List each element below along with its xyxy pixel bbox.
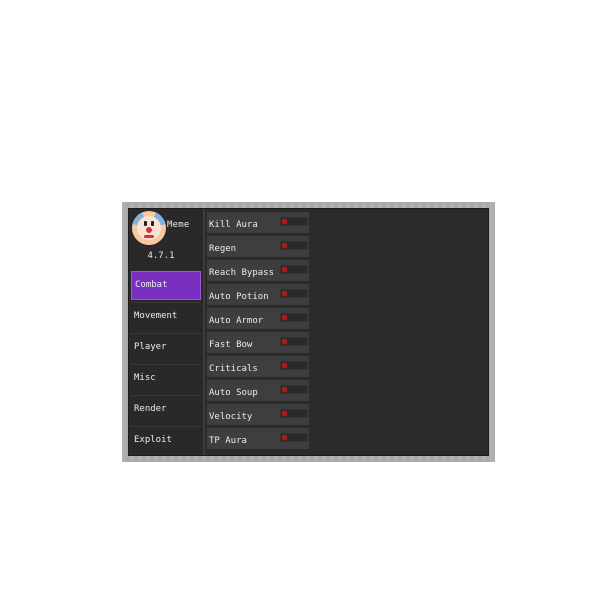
toggle-knob-icon bbox=[282, 387, 287, 392]
module-toggle[interactable] bbox=[280, 337, 308, 346]
module-kill-aura[interactable]: Kill Aura bbox=[207, 212, 309, 234]
module-auto-soup[interactable]: Auto Soup bbox=[207, 380, 309, 402]
module-label: Regen bbox=[209, 244, 237, 254]
toggle-knob-icon bbox=[282, 435, 287, 440]
module-toggle[interactable] bbox=[280, 241, 308, 250]
toggle-knob-icon bbox=[282, 411, 287, 416]
category-player[interactable]: Player bbox=[131, 333, 201, 362]
category-misc[interactable]: Misc bbox=[131, 364, 201, 393]
toggle-knob-icon bbox=[282, 291, 287, 296]
module-label: Reach Bypass bbox=[209, 268, 275, 278]
profile-header: Meme 4.7.1 bbox=[129, 209, 203, 273]
module-fast-bow[interactable]: Fast Bow bbox=[207, 332, 309, 354]
module-label: Auto Armor bbox=[209, 316, 264, 326]
sidebar-divider bbox=[203, 209, 205, 455]
toggle-knob-icon bbox=[282, 219, 287, 224]
toggle-knob-icon bbox=[282, 315, 287, 320]
category-movement[interactable]: Movement bbox=[131, 302, 201, 331]
category-label: Exploit bbox=[134, 435, 172, 445]
module-label: TP Aura bbox=[209, 436, 247, 446]
profile-name: Meme bbox=[167, 220, 190, 230]
module-regen[interactable]: Regen bbox=[207, 236, 309, 258]
module-auto-armor[interactable]: Auto Armor bbox=[207, 308, 309, 330]
module-toggle[interactable] bbox=[280, 361, 308, 370]
module-toggle[interactable] bbox=[280, 289, 308, 298]
module-auto-potion[interactable]: Auto Potion bbox=[207, 284, 309, 306]
module-criticals[interactable]: Criticals bbox=[207, 356, 309, 378]
toggle-knob-icon bbox=[282, 267, 287, 272]
module-label: Velocity bbox=[209, 412, 253, 422]
module-label: Fast Bow bbox=[209, 340, 253, 350]
module-label: Kill Aura bbox=[209, 220, 258, 230]
category-label: Render bbox=[134, 404, 167, 414]
module-reach-bypass[interactable]: Reach Bypass bbox=[207, 260, 309, 282]
category-label: Misc bbox=[134, 373, 156, 383]
module-label: Criticals bbox=[209, 364, 258, 374]
gui-frame: Meme 4.7.1 Combat Movement Player Misc R… bbox=[128, 208, 489, 456]
module-toggle[interactable] bbox=[280, 433, 308, 442]
category-render[interactable]: Render bbox=[131, 395, 201, 424]
module-tp-aura[interactable]: TP Aura bbox=[207, 428, 309, 450]
toggle-knob-icon bbox=[282, 363, 287, 368]
toggle-knob-icon bbox=[282, 243, 287, 248]
category-sidebar: Meme 4.7.1 Combat Movement Player Misc R… bbox=[129, 209, 203, 455]
module-toggle[interactable] bbox=[280, 385, 308, 394]
category-combat[interactable]: Combat bbox=[131, 271, 201, 300]
toggle-knob-icon bbox=[282, 339, 287, 344]
category-label: Player bbox=[134, 342, 167, 352]
module-toggle[interactable] bbox=[280, 217, 308, 226]
module-toggle[interactable] bbox=[280, 409, 308, 418]
module-toggle[interactable] bbox=[280, 265, 308, 274]
module-label: Auto Soup bbox=[209, 388, 258, 398]
category-label: Combat bbox=[135, 280, 168, 290]
category-label: Movement bbox=[134, 311, 178, 321]
client-gui-window: Meme 4.7.1 Combat Movement Player Misc R… bbox=[122, 202, 495, 462]
module-velocity[interactable]: Velocity bbox=[207, 404, 309, 426]
client-version: 4.7.1 bbox=[147, 251, 175, 261]
module-label: Auto Potion bbox=[209, 292, 269, 302]
module-toggle[interactable] bbox=[280, 313, 308, 322]
clown-face-icon bbox=[132, 211, 166, 245]
category-exploit[interactable]: Exploit bbox=[131, 426, 201, 455]
